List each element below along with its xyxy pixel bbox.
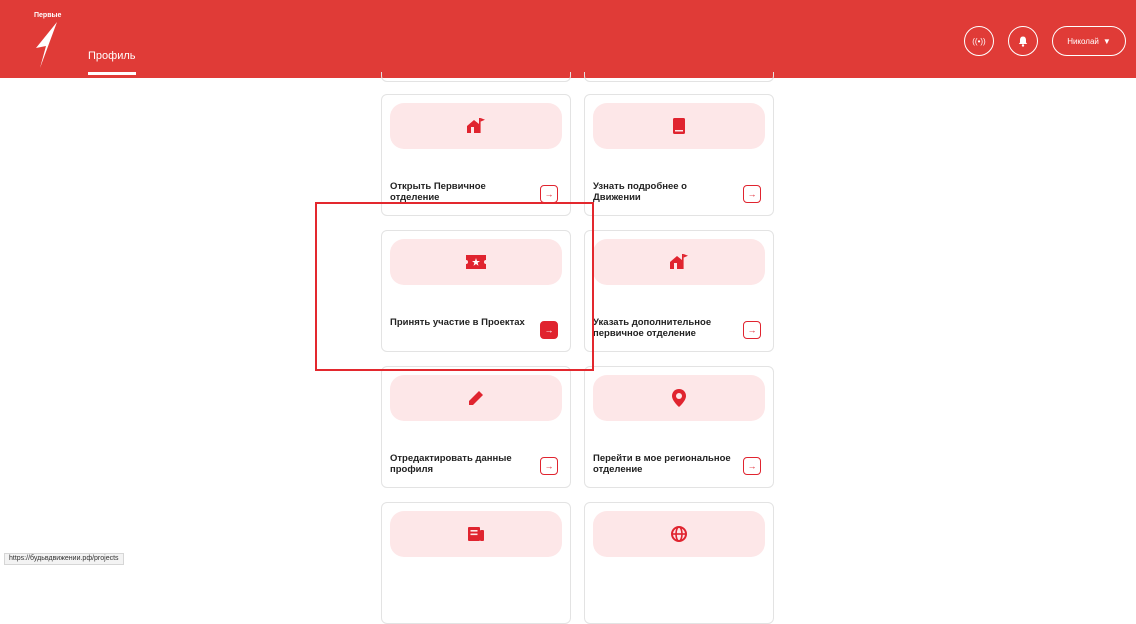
card-partial	[381, 72, 571, 82]
bell-icon	[1018, 36, 1028, 47]
user-name: Николай	[1067, 36, 1099, 46]
arrow-right-icon: →	[747, 461, 757, 471]
card-go-regional-branch[interactable]: Перейти в мое региональное отделение →	[584, 366, 774, 488]
user-menu-button[interactable]: Николай ▼	[1052, 26, 1126, 56]
book-icon	[673, 118, 685, 134]
broadcast-button[interactable]: ((•))	[964, 26, 994, 56]
location-pin-icon	[672, 389, 686, 407]
logo-text: Первые	[34, 12, 62, 19]
broadcast-icon: ((•))	[972, 36, 986, 46]
house-flag-icon	[670, 254, 688, 269]
card-partial	[584, 72, 774, 82]
card-label: Открыть Первичное отделение	[390, 181, 486, 203]
highlight-frame	[315, 202, 594, 371]
card-add-primary-branch[interactable]: Указать дополнительное первичное отделен…	[584, 230, 774, 352]
card-arrow-button[interactable]: →	[743, 457, 761, 475]
arrow-right-icon: →	[747, 325, 757, 335]
card-arrow-button[interactable]: →	[540, 457, 558, 475]
top-header: Первые Профиль ((•)) Николай ▼	[0, 0, 1136, 78]
house-flag-icon	[467, 118, 485, 133]
notifications-button[interactable]	[1008, 26, 1038, 56]
card-edit-profile[interactable]: Отредактировать данные профиля →	[381, 366, 571, 488]
card-icon-band	[390, 511, 562, 557]
card-label: Перейти в мое региональное отделение	[593, 453, 731, 475]
card-arrow-button[interactable]: →	[743, 321, 761, 339]
card-icon-band	[593, 375, 765, 421]
card-arrow-button[interactable]: →	[540, 185, 558, 203]
logo-arrow-icon	[36, 22, 57, 68]
card-label: Отредактировать данные профиля	[390, 453, 512, 475]
card-web[interactable]	[584, 502, 774, 624]
status-bar-url: https://будьвдвижении.рф/projects	[4, 553, 124, 565]
card-label: Узнать подробнее о Движении	[593, 181, 687, 203]
pencil-icon	[469, 391, 483, 405]
newspaper-icon	[468, 527, 484, 541]
card-icon-band	[390, 375, 562, 421]
logo[interactable]: Первые	[34, 12, 74, 72]
card-icon-band	[593, 239, 765, 285]
card-label: Указать дополнительное первичное отделен…	[593, 317, 712, 339]
chevron-down-icon: ▼	[1102, 36, 1111, 46]
arrow-right-icon: →	[747, 189, 757, 199]
card-icon-band	[593, 103, 765, 149]
card-news[interactable]	[381, 502, 571, 624]
card-learn-about-movement[interactable]: Узнать подробнее о Движении →	[584, 94, 774, 216]
arrow-right-icon: →	[544, 189, 554, 199]
card-icon-band	[390, 103, 562, 149]
tab-profile[interactable]: Профиль	[88, 50, 136, 62]
card-open-primary-branch[interactable]: Открыть Первичное отделение →	[381, 94, 571, 216]
arrow-right-icon: →	[544, 461, 554, 471]
card-icon-band	[593, 511, 765, 557]
card-arrow-button[interactable]: →	[743, 185, 761, 203]
active-tab-indicator	[88, 72, 136, 75]
globe-icon	[671, 526, 687, 542]
